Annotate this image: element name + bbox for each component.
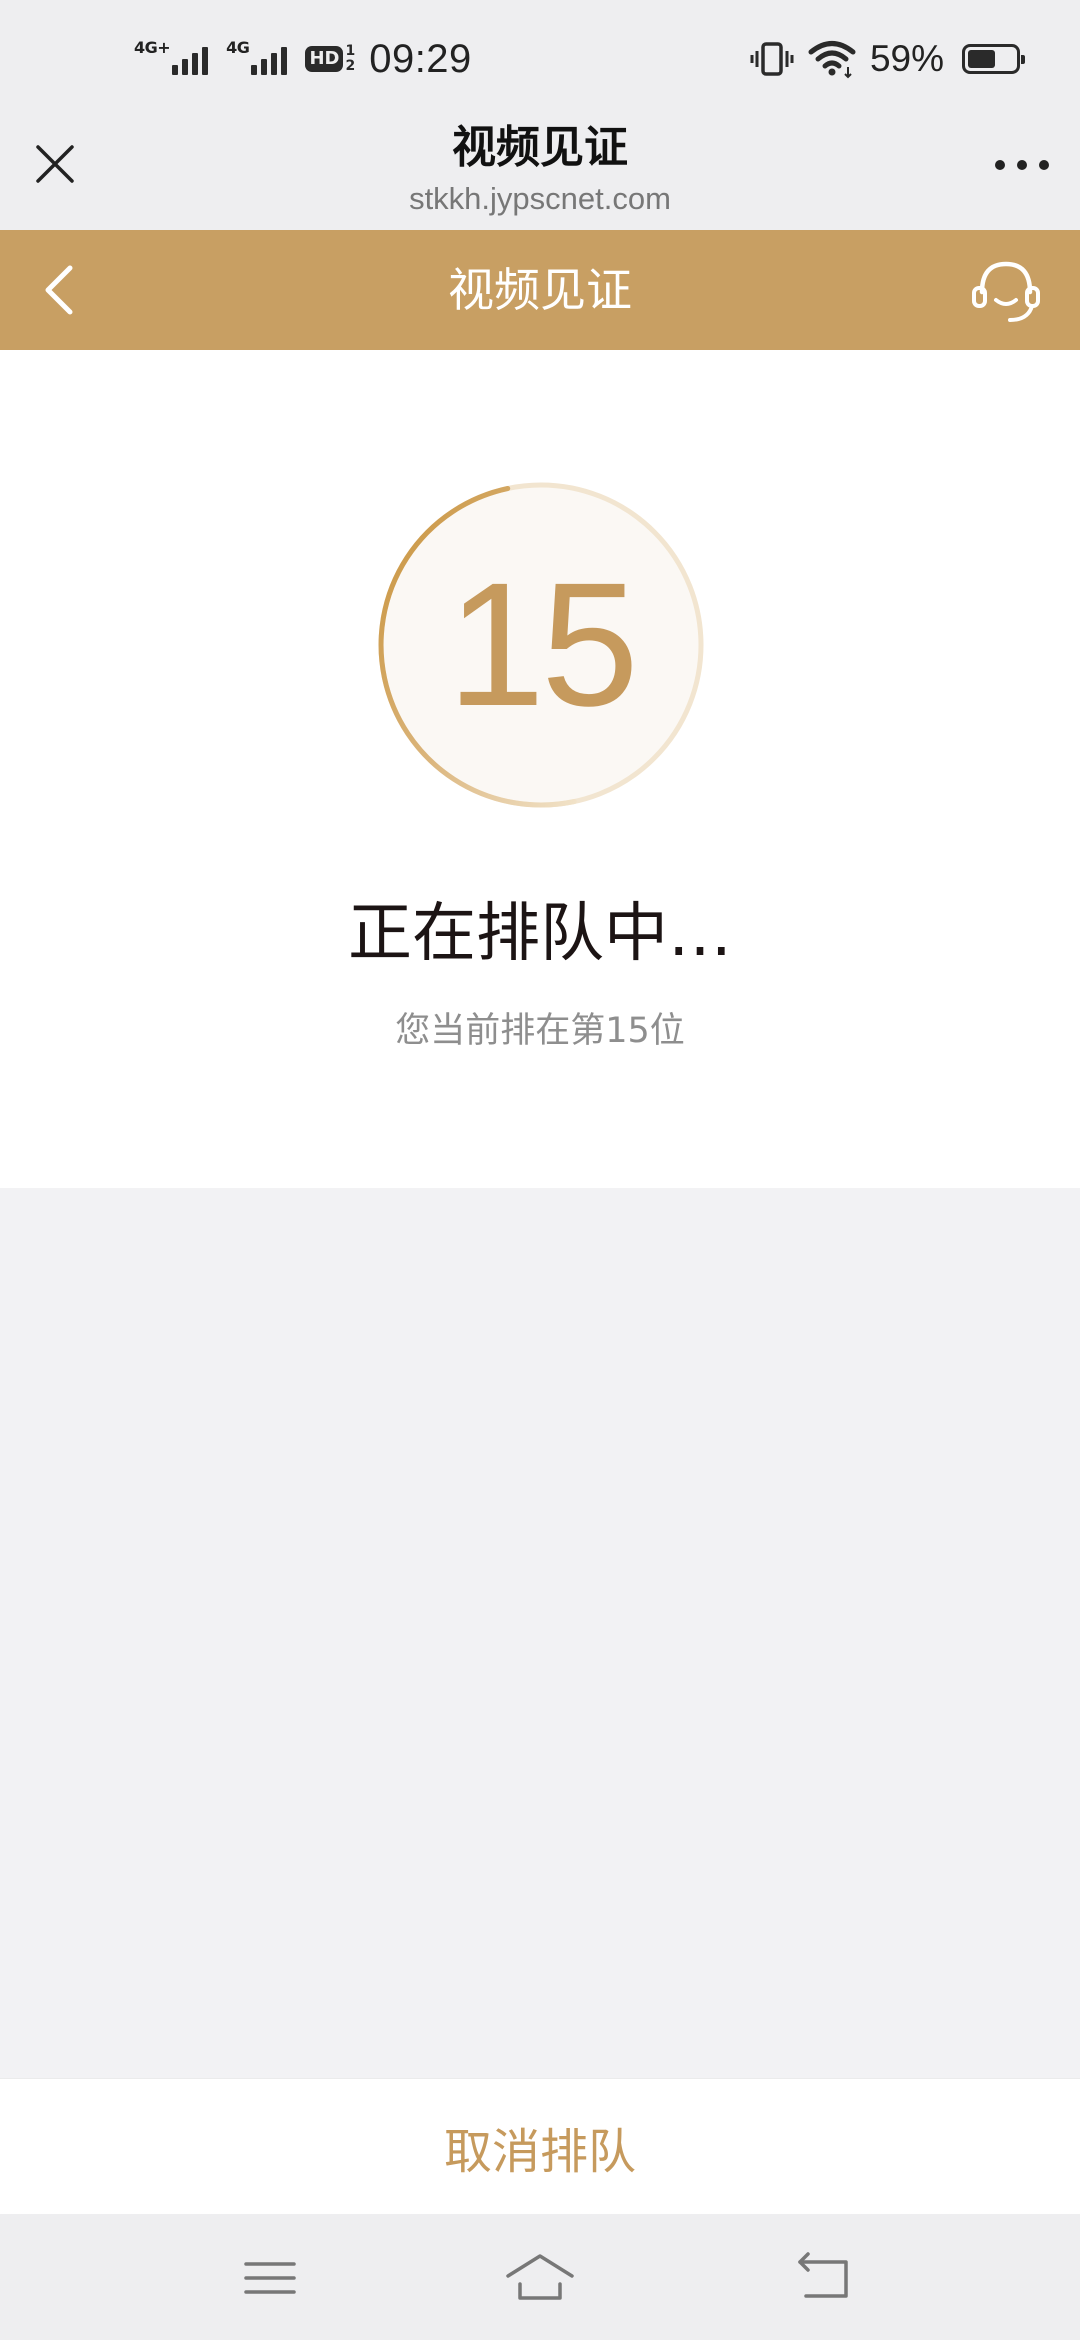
browser-url: stkkh.jypscnet.com (409, 181, 671, 216)
queue-position-number: 15 (447, 547, 639, 743)
cancel-queue-button[interactable]: 取消排队 (0, 2078, 1080, 2215)
back-nav-icon[interactable] (784, 2248, 864, 2308)
queue-panel: 15 正在排队中… 您当前排在第15位 (0, 350, 1080, 1188)
vibrate-icon (750, 42, 794, 76)
battery-percent: 59% (869, 38, 944, 79)
system-nav-bar (0, 2214, 1080, 2340)
queue-status-text: 正在排队中… (348, 897, 732, 971)
network-type-label-2: 4G (226, 38, 250, 57)
hd-label: HD (305, 46, 344, 72)
more-icon[interactable] (992, 153, 1052, 177)
headset-icon[interactable] (970, 254, 1042, 328)
app-header-title: 视频见证 (448, 263, 632, 317)
browser-title-bar: 视频见证 stkkh.jypscnet.com (0, 115, 1080, 230)
wifi-icon (808, 41, 856, 79)
signal-icon-1 (172, 43, 209, 75)
hd-sim-bottom: 2 (345, 58, 356, 74)
status-right-group: 59% (750, 34, 1025, 84)
status-left-group: 4G+ 4G HD 1 2 09:29 (134, 34, 472, 84)
hd-sim-indicator: 1 2 (345, 44, 355, 74)
network-type-label-1: 4G+ (134, 38, 171, 57)
signal-icon-2 (251, 43, 288, 75)
menu-icon[interactable] (230, 2248, 310, 2308)
status-bar: 4G+ 4G HD 1 2 09:29 59% (0, 0, 1080, 115)
status-time: 09:29 (369, 36, 472, 81)
browser-page-title: 视频见证 (452, 122, 628, 173)
home-icon[interactable] (500, 2248, 580, 2308)
battery-level-fill (968, 50, 995, 68)
battery-icon (962, 44, 1025, 74)
hd-voice-icon: HD 1 2 (305, 44, 355, 74)
hd-sim-top: 1 (345, 43, 356, 59)
queue-position-text: 您当前排在第15位 (395, 1011, 685, 1051)
app-header: 视频见证 (0, 230, 1080, 350)
